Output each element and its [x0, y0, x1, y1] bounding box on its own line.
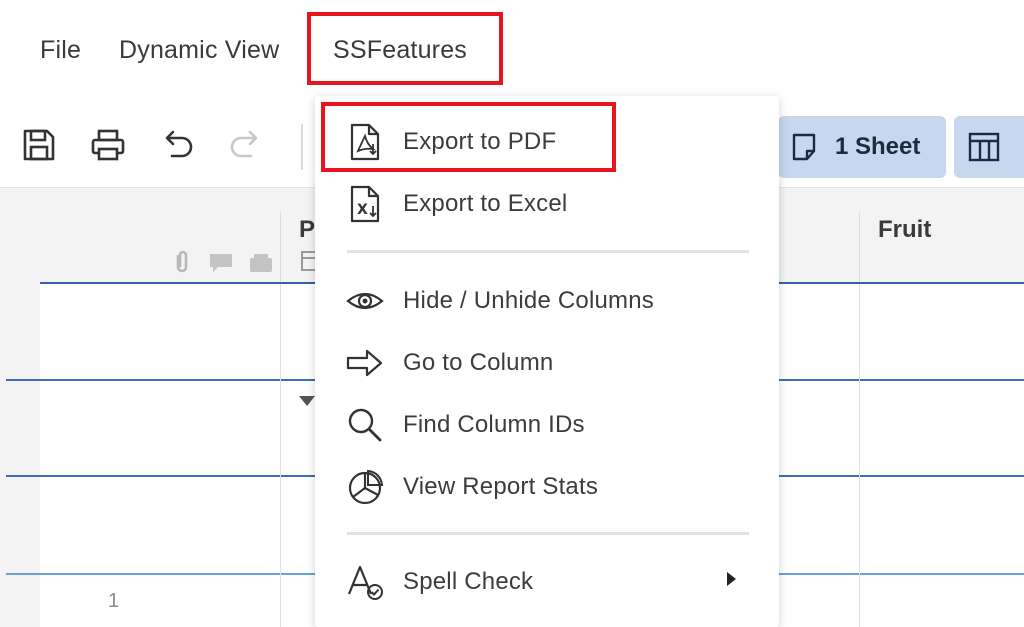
header-icons-area [40, 188, 280, 284]
column-separator [280, 212, 281, 282]
menu-item-export-excel[interactable]: X Export to Excel [315, 174, 779, 232]
menu-divider [347, 532, 749, 535]
sheet-button-label: 1 Sheet [835, 133, 921, 160]
spell-check-icon [347, 565, 383, 600]
menu-item-label: Export to Excel [403, 190, 568, 217]
menu-item-hide-unhide-columns[interactable]: Hide / Unhide Columns [315, 271, 779, 329]
menu-item-go-to-column[interactable]: Go to Column [315, 333, 779, 391]
sheet-icon [792, 133, 816, 161]
menu-item-label: View Report Stats [403, 473, 599, 500]
column-separator [859, 212, 860, 282]
menu-item-label: Go to Column [403, 349, 554, 376]
menu-item-label: Spell Check [403, 568, 534, 595]
grid-view-button[interactable] [954, 116, 1024, 178]
undo-icon[interactable] [158, 126, 196, 164]
attachment-icon[interactable] [172, 250, 192, 274]
column-gridline [859, 284, 860, 627]
save-icon[interactable] [20, 126, 58, 164]
svg-text:X: X [357, 202, 368, 218]
menu-item-spell-check[interactable]: Spell Check [315, 552, 779, 610]
ssfeatures-dropdown: Export to PDF X Export to Excel Hide / U… [315, 96, 779, 627]
pie-chart-icon [348, 469, 384, 505]
highlight-box-ssfeatures [307, 12, 503, 85]
toolbar-divider [301, 124, 303, 170]
search-icon [348, 408, 382, 442]
print-icon[interactable] [89, 126, 127, 164]
submenu-arrow-icon [727, 572, 736, 586]
menu-divider [347, 250, 749, 253]
redo-icon[interactable] [227, 126, 265, 164]
proof-icon[interactable] [248, 252, 274, 274]
excel-file-icon: X [350, 185, 380, 223]
comment-icon[interactable] [208, 252, 234, 274]
eye-icon [346, 292, 384, 310]
menu-item-find-column-ids[interactable]: Find Column IDs [315, 395, 779, 453]
column-header-fruit[interactable]: Fruit [878, 216, 931, 244]
sheet-button[interactable]: 1 Sheet [778, 116, 946, 178]
menu-item-label: Find Column IDs [403, 411, 585, 438]
menu-dynamic-view[interactable]: Dynamic View [119, 36, 279, 65]
column-header-primary[interactable]: P [299, 216, 315, 244]
highlight-box-export-pdf [321, 102, 616, 172]
column-gridline [280, 284, 281, 627]
menu-bar: File Dynamic View SSFeatures [0, 0, 1024, 100]
row-gutter [0, 188, 40, 627]
menu-item-view-report-stats[interactable]: View Report Stats [315, 457, 779, 515]
expand-arrow-icon[interactable] [299, 396, 315, 406]
menu-item-label: Hide / Unhide Columns [403, 287, 654, 314]
arrow-right-icon [346, 349, 383, 377]
row-number: 1 [108, 590, 120, 612]
table-icon [968, 132, 1000, 162]
menu-file[interactable]: File [40, 36, 81, 65]
